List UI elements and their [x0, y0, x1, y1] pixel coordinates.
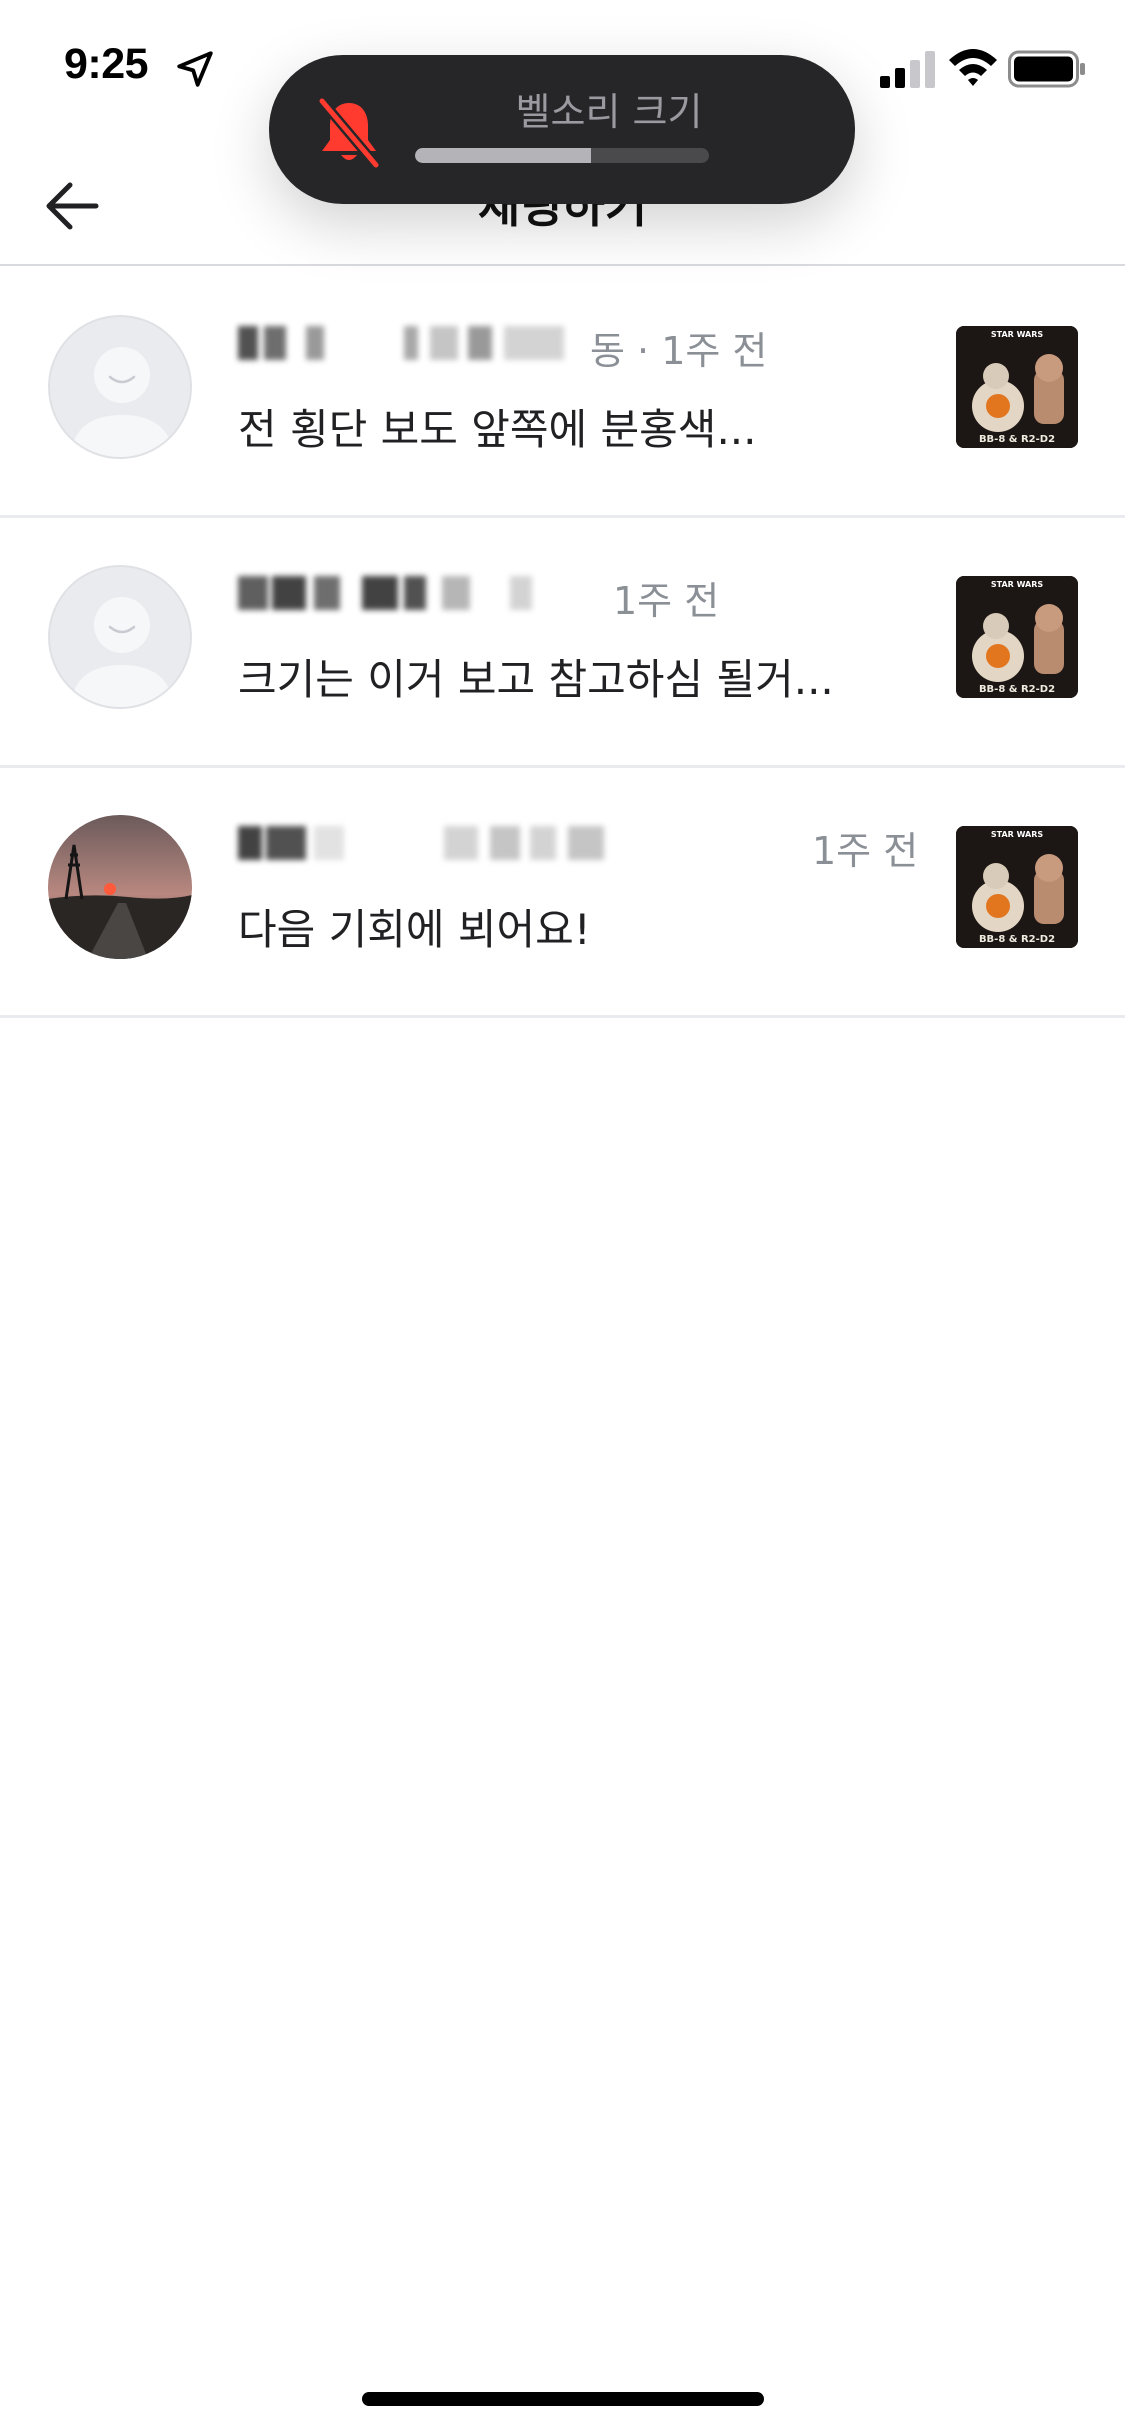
location-arrow-icon	[177, 51, 213, 87]
cellular-signal-icon	[880, 51, 935, 88]
thumb-brand: STAR WARS	[991, 580, 1044, 589]
product-thumbnail: STAR WARS BB-8 & R2-D2	[956, 826, 1078, 948]
user-photo-avatar	[48, 815, 192, 959]
home-indicator[interactable]	[362, 2392, 764, 2406]
blurred-nickname	[238, 826, 604, 860]
thumb-caption: BB-8 & R2-D2	[979, 934, 1055, 945]
chat-message-preview: 다음 기회에 뵈어요!	[238, 905, 591, 954]
ringer-volume-hud: 벨소리 크기	[269, 55, 855, 204]
chat-message-preview: 크기는 이거 보고 참고하심 될거...	[238, 655, 834, 704]
chat-list-item[interactable]: 1주 전 크기는 이거 보고 참고하심 될거... STAR WARS BB-8…	[0, 518, 1125, 768]
chat-meta-text: 1주 전	[613, 579, 720, 623]
chat-meta: 1주 전	[238, 818, 918, 873]
product-thumbnail: STAR WARS BB-8 & R2-D2	[956, 576, 1078, 698]
blurred-nickname	[238, 326, 564, 360]
thumb-brand: STAR WARS	[991, 830, 1044, 839]
chat-list-item[interactable]: 동 · 1주 전 전 횡단 보도 앞쪽에 분홍색... STAR WARS BB…	[0, 268, 1125, 518]
muted-bell-icon	[317, 97, 381, 169]
chat-message-preview: 전 횡단 보도 앞쪽에 분홍색...	[238, 405, 757, 454]
back-arrow-icon[interactable]	[38, 170, 110, 242]
default-avatar-icon	[48, 565, 192, 709]
volume-bar-fill	[415, 148, 592, 163]
thumb-brand: STAR WARS	[991, 330, 1044, 339]
chat-meta-text: 동 · 1주 전	[590, 329, 768, 373]
default-avatar-icon	[48, 315, 192, 459]
wifi-icon	[949, 49, 997, 86]
volume-bar	[415, 148, 709, 163]
status-time: 9:25	[64, 40, 149, 88]
volume-label: 벨소리 크기	[515, 90, 703, 134]
chat-list-screen: 9:25 채팅하기 벨소리 크기 동 · 1주 전 전 횡단 보도 앞쪽에 분홍…	[0, 0, 1125, 2436]
thumb-caption: BB-8 & R2-D2	[979, 684, 1055, 695]
battery-icon	[1008, 50, 1085, 88]
thumb-caption: BB-8 & R2-D2	[979, 434, 1055, 445]
chat-meta-text: 1주 전	[812, 829, 919, 873]
chat-meta: 동 · 1주 전	[238, 318, 908, 373]
chat-list: 동 · 1주 전 전 횡단 보도 앞쪽에 분홍색... STAR WARS BB…	[0, 268, 1125, 1018]
chat-list-item[interactable]: 1주 전 다음 기회에 뵈어요! STAR WARS BB-8 & R2-D2	[0, 768, 1125, 1018]
chat-meta: 1주 전	[238, 568, 908, 623]
product-thumbnail: STAR WARS BB-8 & R2-D2	[956, 326, 1078, 448]
blurred-nickname	[238, 576, 532, 610]
